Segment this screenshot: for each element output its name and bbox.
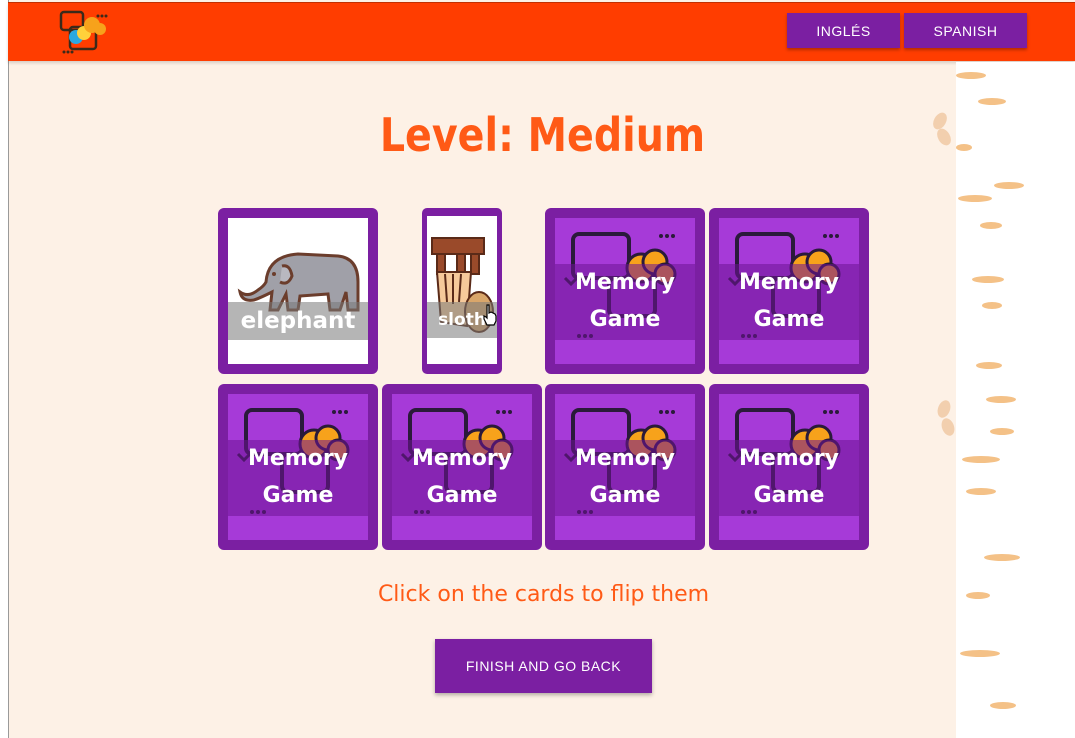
- sloth-icon: [431, 237, 494, 333]
- card-back-line2: Game: [426, 483, 498, 508]
- card-label: elephant: [240, 308, 356, 334]
- card-back-line1: Memory: [574, 446, 676, 471]
- top-app-bar: INGLÉS SPANISH: [8, 2, 1075, 61]
- memory-card-face-down[interactable]: Memory Game: [218, 384, 378, 550]
- memory-card-elephant[interactable]: elephant: [218, 208, 378, 374]
- card-back-label: Memory Game: [228, 440, 368, 516]
- memory-card-face-down[interactable]: Memory Game: [709, 208, 869, 374]
- memory-card-face-down[interactable]: Memory Game: [709, 384, 869, 550]
- language-spanish-button[interactable]: SPANISH: [904, 13, 1027, 48]
- card-back-line1: Memory: [738, 270, 840, 295]
- window-left-edge: [0, 0, 9, 738]
- memory-card-face-down[interactable]: Memory Game: [382, 384, 542, 550]
- card-back-line2: Game: [589, 307, 661, 332]
- card-back-line2: Game: [262, 483, 334, 508]
- card-back-line2: Game: [589, 483, 661, 508]
- leaf-decoration: [939, 416, 957, 438]
- card-back-label: Memory Game: [555, 264, 695, 340]
- leaf-decoration: [935, 398, 953, 420]
- elephant-icon: [237, 252, 360, 312]
- card-back-label: Memory Game: [555, 440, 695, 516]
- card-back-line1: Memory: [411, 446, 513, 471]
- level-title: Level: Medium: [379, 108, 706, 162]
- instruction-text: Click on the cards to flip them: [377, 582, 710, 607]
- card-back-line1: Memory: [247, 446, 349, 471]
- memory-card-face-down[interactable]: Memory Game: [545, 384, 705, 550]
- card-back-label: Memory Game: [719, 440, 859, 516]
- memory-game-logo-icon[interactable]: [58, 9, 110, 55]
- memory-card-face-down[interactable]: Memory Game: [545, 208, 705, 374]
- card-back-line1: Memory: [574, 270, 676, 295]
- card-back-line1: Memory: [738, 446, 840, 471]
- language-english-button[interactable]: INGLÉS: [787, 13, 900, 48]
- card-back-label: Memory Game: [392, 440, 532, 516]
- finish-and-go-back-button[interactable]: FINISH AND GO BACK: [435, 639, 652, 693]
- card-back-label: Memory Game: [719, 264, 859, 340]
- hand-pointer-cursor-icon: [483, 304, 497, 326]
- card-back-line2: Game: [753, 483, 825, 508]
- memory-card-sloth[interactable]: sloth: [422, 208, 502, 374]
- card-back-line2: Game: [753, 307, 825, 332]
- birch-tree-decoration: [956, 62, 1075, 738]
